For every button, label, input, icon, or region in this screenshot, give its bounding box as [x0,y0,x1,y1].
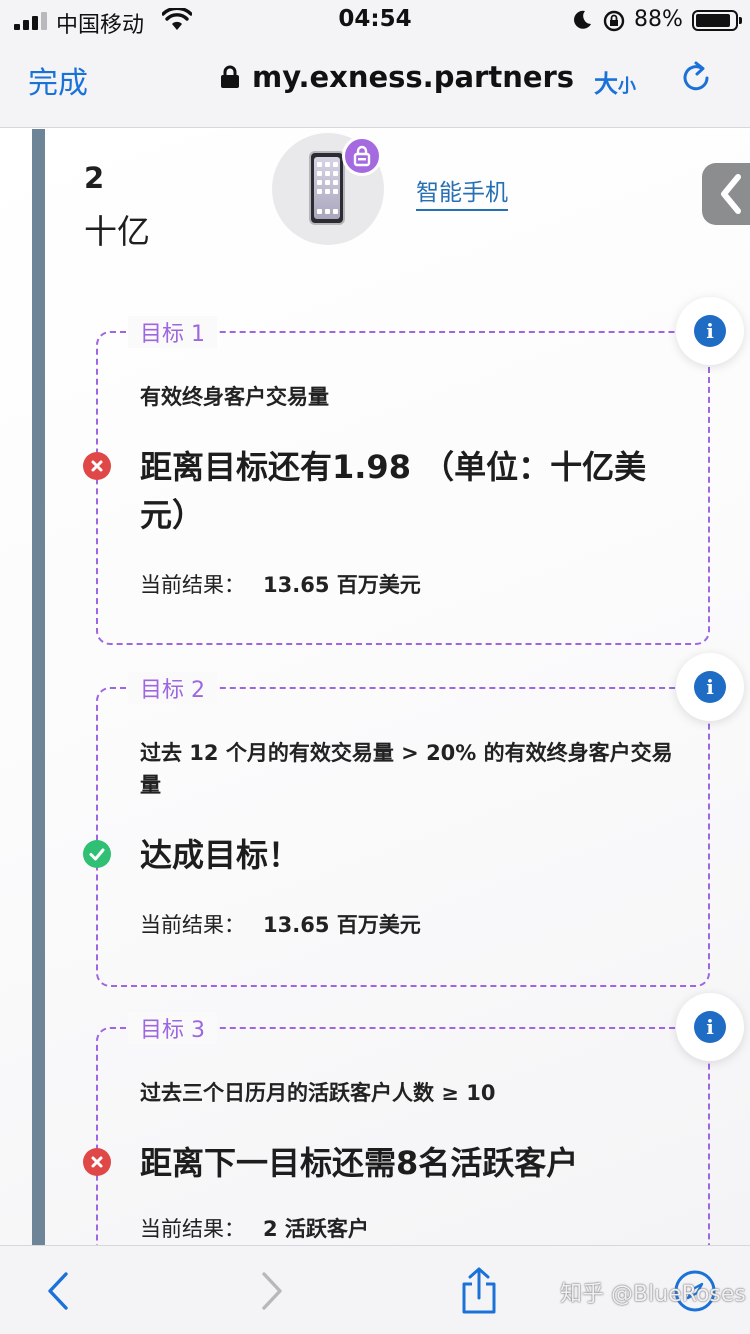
side-panel-tab[interactable] [702,163,750,225]
goal-card-1: 目标 1 i 有效终身客户交易量 距离目标还有1.98 （单位：十亿美元） 当前… [83,297,744,645]
current-result-label: 当前结果： [140,1217,245,1241]
goal-status: 距离下一目标还需8名活跃客户 [140,1144,579,1182]
address-bar[interactable]: my.exness.partners [220,60,574,94]
fail-status-icon [83,452,111,480]
fail-status-icon [83,1148,111,1176]
lock-icon [221,65,239,88]
browser-toolbar: 知乎 @BlueRoses [0,1245,750,1334]
share-icon[interactable] [458,1266,500,1316]
goal-current-result: 当前结果： 13.65 百万美元 [140,569,421,599]
success-status-icon [83,840,111,868]
goal-status: 距离目标还有1.98 （单位：十亿美元） [140,448,647,534]
current-result-value: 13.65 百万美元 [263,573,421,597]
current-result-value: 13.65 百万美元 [263,913,421,937]
goal-description: 过去 12 个月的有效交易量 > 20% 的有效终身客户交易量 [140,741,673,797]
forward-arrow-icon[interactable] [258,1270,286,1312]
current-result-value: 2 活跃客户 [263,1217,369,1241]
back-arrow-icon[interactable] [44,1270,72,1312]
browser-nav-bar: 完成 my.exness.partners 大小 [0,40,750,128]
watermark: 知乎 @BlueRoses [560,1282,746,1307]
smartphone-icon [309,151,345,225]
battery-icon [692,10,742,31]
goal-current-result: 当前结果： 2 活跃客户 [140,1213,369,1243]
done-button[interactable]: 完成 [28,58,88,102]
status-bar: 中国移动 04:54 88% [0,0,750,40]
info-button[interactable]: i [676,993,744,1061]
goal-label: 目标 2 [128,672,217,704]
goal-card-2: 目标 2 i 过去 12 个月的有效交易量 > 20% 的有效终身客户交易量 达… [83,653,744,987]
moon-icon [574,10,591,29]
text-size-small-label: 小 [618,76,636,97]
goal-current-result: 当前结果： 13.65 百万美元 [140,909,421,939]
info-icon: i [694,315,726,347]
info-button[interactable]: i [676,653,744,721]
device-avatar [272,133,384,245]
info-icon: i [694,1011,726,1043]
level-progress-bar [32,129,45,1245]
url-text: my.exness.partners [252,60,575,94]
smartphone-link[interactable]: 智能手机 [416,173,508,211]
info-icon: i [694,671,726,703]
current-result-label: 当前结果： [140,573,245,597]
web-content: 2 十亿 智能手机 目标 1 i 有效终身客户交易量 距离目标还有1.98 （单… [0,129,750,1245]
battery-percent: 88% [634,7,683,32]
goal-status: 达成目标！ [140,836,301,874]
goal-card-3: 目标 3 i 过去三个日历月的活跃客户人数 ≥ 10 距离下一目标还需8名活跃客… [83,993,744,1245]
text-size-big-label: 大 [594,70,618,98]
goal-label: 目标 3 [128,1012,217,1044]
goal-description: 有效终身客户交易量 [140,385,329,409]
chevron-left-icon [721,174,741,214]
current-result-label: 当前结果： [140,913,245,937]
text-size-button[interactable]: 大小 [594,64,636,99]
reload-icon[interactable] [678,60,714,96]
info-button[interactable]: i [676,297,744,365]
goal-label: 目标 1 [128,316,217,348]
locked-badge-icon [342,136,382,176]
level-value: 2 [84,161,105,195]
level-unit: 十亿 [84,212,150,251]
goal-description: 过去三个日历月的活跃客户人数 ≥ 10 [140,1081,496,1105]
rotation-lock-icon [603,10,625,32]
